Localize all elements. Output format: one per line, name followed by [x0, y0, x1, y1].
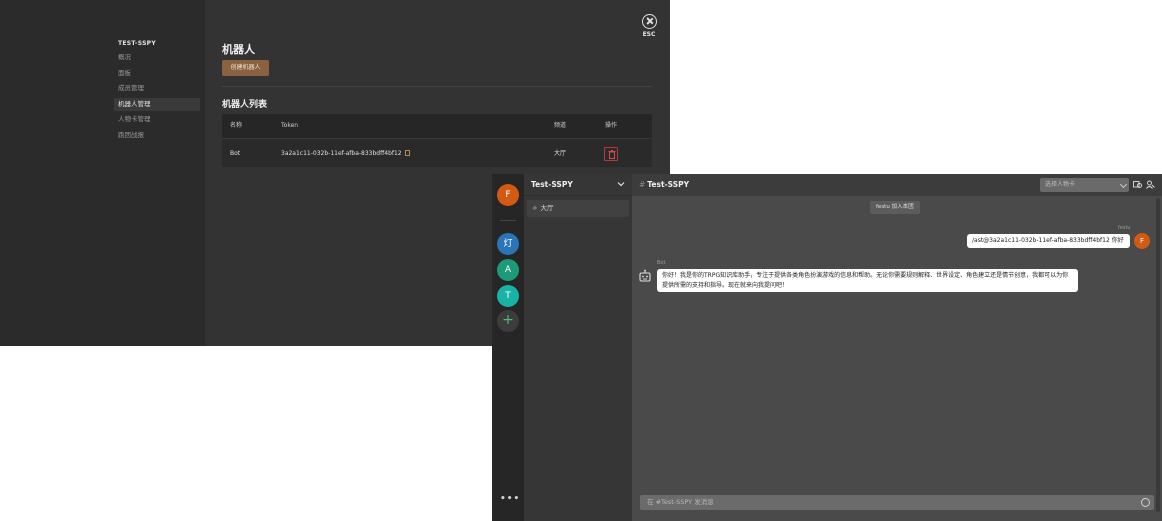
system-message: festu 加入本团 — [870, 201, 920, 214]
chat-scrollbar[interactable] — [1156, 198, 1160, 512]
close-settings-button[interactable]: ESC — [640, 14, 658, 38]
message-author-bot: Bot — [657, 260, 666, 266]
column-header-name: 名称 — [230, 122, 243, 129]
character-card-select-placeholder: 选择人物卡 — [1045, 181, 1076, 188]
settings-sidebar: TEST-SSPY 概况 面板 成员管理 机器人管理 人物卡管理 跑团战报 — [0, 0, 205, 346]
bot-name: Bot — [230, 150, 241, 157]
bot-list-title: 机器人列表 — [222, 100, 268, 110]
channel-title: # Test-SSPY — [639, 180, 689, 189]
rail-divider — [500, 220, 516, 221]
user-avatar[interactable]: F — [497, 184, 519, 206]
channel-hash-icon: # — [532, 204, 538, 212]
sidebar-item-bots[interactable]: 机器人管理 — [114, 98, 200, 111]
more-icon[interactable]: ••• — [500, 494, 520, 504]
esc-label: ESC — [642, 31, 656, 38]
chevron-down-icon[interactable] — [617, 180, 625, 188]
column-header-token: Token — [281, 122, 299, 129]
page-title: 机器人 — [222, 43, 255, 56]
sidebar-item-overview[interactable]: 概况 — [114, 51, 200, 64]
chat-main: # Test-SSPY 选择人物卡 festu 加入本团 festu /ast@3… — [632, 174, 1162, 521]
bot-token: 3a2a1c11-032b-11ef-afba-833bdff4bf12 — [281, 139, 410, 168]
message-input-placeholder: 在 #Test-SSPY 发消息 — [647, 498, 714, 506]
chat-topbar: # Test-SSPY 选择人物卡 — [632, 174, 1162, 196]
channel-sidebar: Test-SSPY # 大厅 — [524, 174, 632, 521]
emoji-icon[interactable] — [1141, 498, 1150, 507]
table-row: Bot 3a2a1c11-032b-11ef-afba-833bdff4bf12… — [222, 138, 652, 167]
member-list-icon[interactable] — [1133, 180, 1142, 189]
server-icon-t[interactable]: T — [497, 285, 519, 307]
copy-icon[interactable] — [404, 150, 410, 156]
sidebar-item-members[interactable]: 成员管理 — [114, 82, 200, 95]
sidebar-title: TEST-SSPY — [118, 40, 157, 47]
sidebar-item-character-cards[interactable]: 人物卡管理 — [114, 113, 200, 126]
close-icon — [641, 14, 657, 29]
column-header-actions: 操作 — [605, 122, 618, 129]
message-author-user: festu — [1118, 225, 1131, 231]
bot-token-value: 3a2a1c11-032b-11ef-afba-833bdff4bf12 — [281, 150, 402, 157]
user-message-bubble: /ast@3a2a1c11-032b-11ef-afba-833bdff4bf1… — [967, 234, 1130, 248]
channel-item-lobby[interactable]: # 大厅 — [527, 200, 629, 217]
sidebar-item-reports[interactable]: 跑团战报 — [114, 129, 200, 142]
table-header: 名称 Token 频道 操作 — [222, 114, 652, 138]
user-message-avatar[interactable]: F — [1134, 233, 1150, 249]
message-input[interactable]: 在 #Test-SSPY 发消息 — [640, 495, 1154, 510]
channel-hash-icon: # — [639, 180, 646, 189]
delete-bot-button[interactable] — [604, 147, 618, 161]
trash-icon — [608, 150, 616, 159]
divider — [222, 86, 652, 87]
server-name: Test-SSPY — [531, 180, 573, 189]
channel-title-text: Test-SSPY — [647, 180, 690, 189]
sidebar-item-panel[interactable]: 面板 — [114, 67, 200, 80]
user-search-icon[interactable] — [1146, 180, 1155, 189]
chat-window: F 灯 A T + ••• Test-SSPY # 大厅 # Test-SSPY 选… — [492, 174, 1162, 521]
column-header-channel: 频道 — [554, 122, 567, 129]
chevron-down-icon — [1119, 180, 1128, 189]
server-icon-deng[interactable]: 灯 — [497, 233, 519, 255]
character-card-select[interactable]: 选择人物卡 — [1040, 178, 1129, 192]
server-icon-a[interactable]: A — [497, 259, 519, 281]
create-bot-button[interactable]: 创建机器人 — [222, 60, 269, 76]
bot-avatar-icon[interactable] — [638, 269, 652, 283]
channel-name: 大厅 — [540, 204, 554, 212]
server-rail: F 灯 A T + ••• — [492, 174, 524, 521]
bot-message-bubble: 你好！我是你的TRPG知识库助手，专注于提供各类角色扮演游戏的信息和帮助。无论你… — [657, 269, 1078, 292]
bot-channel: 大厅 — [554, 150, 567, 157]
server-header[interactable]: Test-SSPY — [524, 174, 632, 196]
add-server-button[interactable]: + — [497, 310, 519, 332]
